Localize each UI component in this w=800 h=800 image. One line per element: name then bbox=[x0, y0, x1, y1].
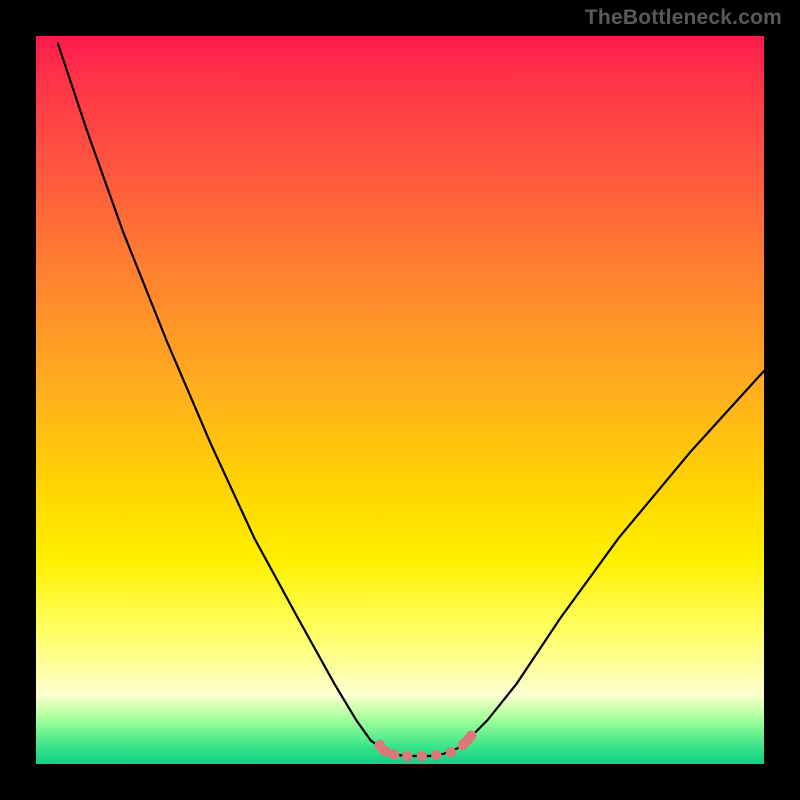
marker-dot bbox=[389, 749, 399, 759]
marker-dot bbox=[466, 730, 476, 740]
chart-frame: TheBottleneck.com bbox=[0, 0, 800, 800]
bottleneck-curve bbox=[58, 43, 764, 756]
marker-dot bbox=[446, 747, 456, 757]
marker-dot bbox=[431, 750, 441, 760]
chart-overlay bbox=[36, 36, 764, 764]
watermark-text: TheBottleneck.com bbox=[585, 6, 782, 30]
marker-dot bbox=[417, 751, 427, 761]
marker-dot bbox=[402, 751, 412, 761]
highlighted-range-markers bbox=[374, 730, 476, 761]
